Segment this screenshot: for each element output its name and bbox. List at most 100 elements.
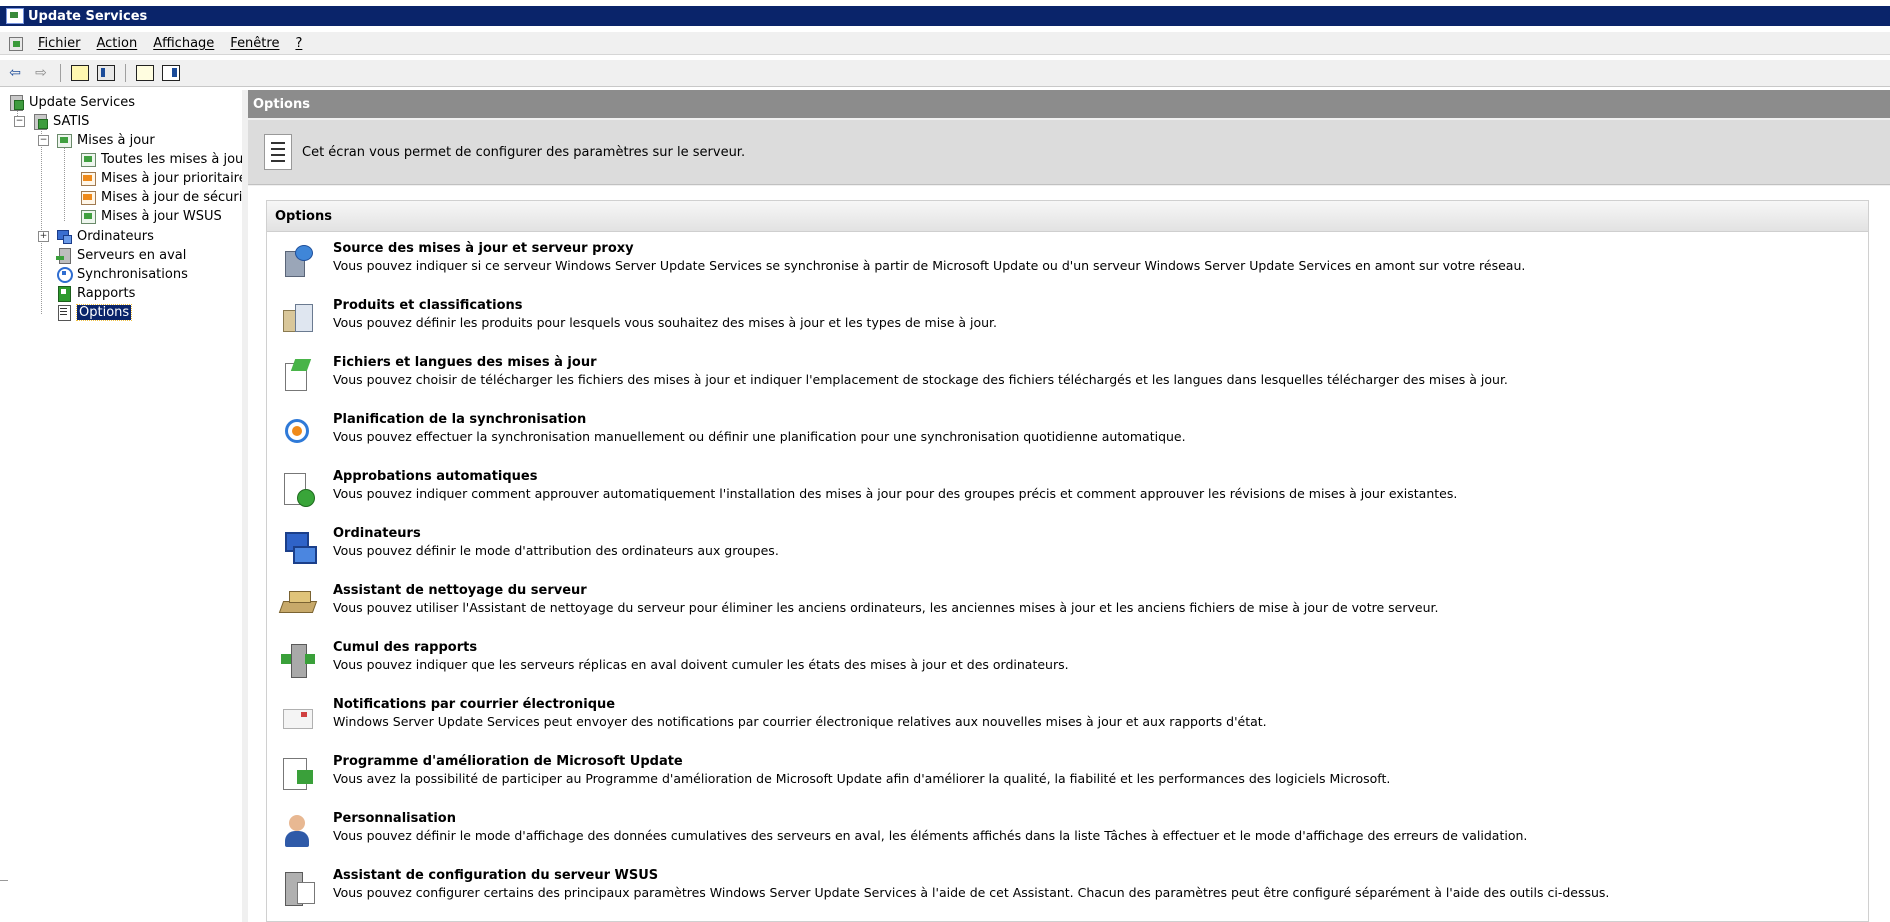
expand-icon[interactable]: + bbox=[38, 231, 49, 242]
back-arrow-icon[interactable]: ⇦ bbox=[4, 63, 26, 83]
critical-updates-icon bbox=[80, 170, 96, 186]
option-update-source-proxy[interactable]: Source des mises à jour et serveur proxy… bbox=[281, 241, 1851, 291]
option-personalization[interactable]: Personnalisation Vous pouvez définir le … bbox=[281, 811, 1851, 861]
menu-fenetre[interactable]: Fenêtre bbox=[222, 36, 287, 51]
tree-label: SATIS bbox=[53, 113, 90, 129]
option-title[interactable]: Produits et classifications bbox=[333, 298, 523, 313]
up-folder-icon[interactable] bbox=[69, 63, 91, 83]
option-description: Windows Server Update Services peut envo… bbox=[333, 714, 1267, 729]
option-description: Vous pouvez effectuer la synchronisation… bbox=[333, 429, 1186, 444]
option-title[interactable]: Source des mises à jour et serveur proxy bbox=[333, 241, 634, 256]
options-icon bbox=[56, 304, 72, 321]
option-title[interactable]: Cumul des rapports bbox=[333, 640, 477, 655]
option-sync-schedule[interactable]: Planification de la synchronisation Vous… bbox=[281, 412, 1851, 462]
option-title[interactable]: Ordinateurs bbox=[333, 526, 421, 541]
option-title[interactable]: Approbations automatiques bbox=[333, 469, 538, 484]
toolbar-separator bbox=[60, 64, 61, 82]
tree-label: Synchronisations bbox=[77, 266, 188, 282]
wsus-updates-icon bbox=[80, 208, 96, 224]
option-title[interactable]: Personnalisation bbox=[333, 811, 456, 826]
menu-bar: Fichier Action Affichage Fenêtre ? bbox=[0, 32, 1890, 55]
email-notification-icon bbox=[281, 699, 315, 735]
computers-icon bbox=[56, 228, 72, 244]
tree-label: Update Services bbox=[29, 94, 136, 110]
computers-icon bbox=[281, 528, 317, 564]
option-email-notifications[interactable]: Notifications par courrier électronique … bbox=[281, 697, 1851, 747]
wsus-config-wizard-icon bbox=[281, 870, 315, 906]
tree-item-all-updates[interactable]: Toutes les mises à jour bbox=[80, 150, 249, 168]
option-description: Vous pouvez définir les produits pour le… bbox=[333, 315, 998, 330]
option-title[interactable]: Notifications par courrier électronique bbox=[333, 697, 615, 712]
show-hide-tree-icon[interactable] bbox=[95, 63, 117, 83]
tree-item-synchronizations[interactable]: Synchronisations bbox=[56, 265, 188, 283]
update-source-proxy-icon bbox=[281, 243, 315, 279]
synchronizations-icon bbox=[56, 266, 73, 283]
option-description: Vous pouvez indiquer que les serveurs ré… bbox=[333, 657, 1069, 672]
tree-item-options[interactable]: Options bbox=[56, 303, 133, 321]
improvement-program-icon bbox=[281, 756, 315, 792]
option-description: Vous avez la possibilité de participer a… bbox=[333, 771, 1391, 786]
option-title[interactable]: Assistant de configuration du serveur WS… bbox=[333, 868, 658, 883]
tree-label-selected: Options bbox=[75, 303, 133, 321]
tree-item-reports[interactable]: Rapports bbox=[56, 284, 135, 302]
option-automatic-approvals[interactable]: Approbations automatiques Vous pouvez in… bbox=[281, 469, 1851, 519]
toolbar-separator bbox=[125, 64, 126, 82]
option-wsus-config-wizard[interactable]: Assistant de configuration du serveur WS… bbox=[281, 868, 1851, 918]
downstream-servers-icon bbox=[56, 247, 72, 264]
option-title[interactable]: Fichiers et langues des mises à jour bbox=[333, 355, 597, 370]
system-menu-icon[interactable] bbox=[8, 35, 24, 51]
tree-root-update-services[interactable]: Update Services bbox=[8, 93, 135, 111]
description-panel: Cet écran vous permet de configurer des … bbox=[248, 120, 1890, 185]
forward-arrow-icon[interactable]: ⇨ bbox=[30, 63, 52, 83]
console-tree: Update Services − SATIS − Mises à jour T… bbox=[0, 90, 255, 922]
options-heading: Options bbox=[267, 201, 1868, 232]
personalization-icon bbox=[281, 813, 315, 849]
tree-item-wsus-updates[interactable]: Mises à jour WSUS bbox=[80, 207, 222, 225]
tree-item-critical-updates[interactable]: Mises à jour prioritaires bbox=[80, 169, 254, 187]
option-description: Vous pouvez définir le mode d'affichage … bbox=[333, 828, 1528, 843]
description-text: Cet écran vous permet de configurer des … bbox=[302, 144, 746, 160]
tree-label: Ordinateurs bbox=[77, 228, 154, 244]
tree-label: Toutes les mises à jour bbox=[101, 151, 249, 167]
tree-label: Rapports bbox=[77, 285, 136, 301]
option-update-files-languages[interactable]: Fichiers et langues des mises à jour Vou… bbox=[281, 355, 1851, 405]
option-description: Vous pouvez configurer certains des prin… bbox=[333, 885, 1610, 900]
option-server-cleanup[interactable]: Assistant de nettoyage du serveur Vous p… bbox=[281, 583, 1851, 633]
security-updates-icon bbox=[80, 189, 96, 205]
tree-item-security-updates[interactable]: Mises à jour de sécurité bbox=[80, 188, 255, 206]
options-panel: Options Source des mises à jour et serve… bbox=[266, 200, 1869, 922]
title-bar[interactable]: Update Services bbox=[0, 6, 1890, 26]
tree-label: Mises à jour prioritaires bbox=[101, 170, 254, 186]
tree-item-satis[interactable]: SATIS bbox=[32, 112, 89, 130]
reports-icon bbox=[56, 285, 72, 302]
option-improvement-program[interactable]: Programme d'amélioration de Microsoft Up… bbox=[281, 754, 1851, 804]
show-hide-action-pane-icon[interactable] bbox=[160, 63, 182, 83]
tree-label: Mises à jour de sécurité bbox=[101, 189, 256, 205]
menu-affichage[interactable]: Affichage bbox=[145, 36, 222, 51]
update-files-languages-icon bbox=[281, 357, 315, 393]
reporting-rollup-icon bbox=[281, 642, 315, 678]
option-title[interactable]: Planification de la synchronisation bbox=[333, 412, 586, 427]
option-products-classifications[interactable]: Produits et classifications Vous pouvez … bbox=[281, 298, 1851, 348]
tree-item-updates[interactable]: Mises à jour bbox=[56, 131, 155, 149]
collapse-icon[interactable]: − bbox=[38, 135, 49, 146]
option-computers[interactable]: Ordinateurs Vous pouvez définir le mode … bbox=[281, 526, 1851, 576]
option-description: Vous pouvez utiliser l'Assistant de nett… bbox=[333, 600, 1439, 615]
tree-item-computers[interactable]: Ordinateurs bbox=[56, 227, 154, 245]
menu-help[interactable]: ? bbox=[287, 36, 310, 51]
tree-line bbox=[41, 128, 42, 314]
option-reporting-rollup[interactable]: Cumul des rapports Vous pouvez indiquer … bbox=[281, 640, 1851, 690]
server-cleanup-icon bbox=[281, 585, 315, 621]
menu-action[interactable]: Action bbox=[89, 36, 146, 51]
tree-label: Mises à jour bbox=[77, 132, 155, 148]
option-title[interactable]: Assistant de nettoyage du serveur bbox=[333, 583, 587, 598]
products-classifications-icon bbox=[281, 300, 315, 336]
collapse-icon[interactable]: − bbox=[14, 116, 25, 127]
help-icon[interactable] bbox=[134, 63, 156, 83]
option-description: Vous pouvez choisir de télécharger les f… bbox=[333, 372, 1508, 387]
tree-item-downstream-servers[interactable]: Serveurs en aval bbox=[56, 246, 186, 264]
option-title[interactable]: Programme d'amélioration de Microsoft Up… bbox=[333, 754, 683, 769]
menu-fichier[interactable]: Fichier bbox=[30, 36, 89, 51]
automatic-approvals-icon bbox=[281, 471, 315, 507]
option-description: Vous pouvez indiquer comment approuver a… bbox=[333, 486, 1458, 501]
